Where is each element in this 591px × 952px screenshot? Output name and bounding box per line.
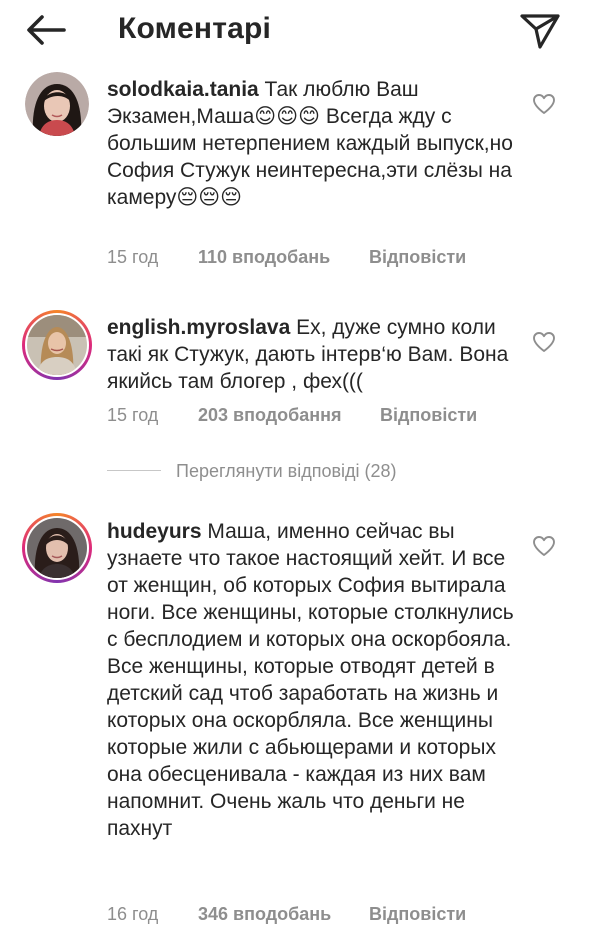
comment-body: hudeyurs Маша, именно сейчас вы узнаете … <box>107 518 517 842</box>
view-replies-label: Переглянути відповіді (28) <box>176 461 397 481</box>
arrow-left-icon <box>27 15 66 45</box>
comment-time: 16 год <box>107 904 159 924</box>
comment-username[interactable]: english.myroslava <box>107 316 290 339</box>
like-button[interactable] <box>532 93 556 115</box>
like-button[interactable] <box>532 535 556 557</box>
avatar[interactable] <box>25 72 89 136</box>
like-button[interactable] <box>532 331 556 353</box>
replies-divider <box>107 470 161 471</box>
avatar-image <box>27 518 87 578</box>
heart-icon <box>533 94 555 114</box>
back-button[interactable] <box>22 10 68 50</box>
comment-time: 15 год <box>107 247 159 267</box>
page-title: Коментарі <box>118 12 272 45</box>
reply-button[interactable]: Відповісти <box>380 403 477 427</box>
avatar-image <box>27 315 87 375</box>
paper-plane-icon <box>520 14 560 49</box>
comment-likes[interactable]: 110 вподобань <box>198 245 330 269</box>
view-replies-button[interactable]: Переглянути відповіді (28) <box>107 459 527 483</box>
reply-button[interactable]: Відповісти <box>369 245 466 269</box>
comment-likes[interactable]: 346 вподобань <box>198 902 331 926</box>
comment-username[interactable]: solodkaia.tania <box>107 78 259 101</box>
share-button[interactable] <box>518 10 562 50</box>
comment-username[interactable]: hudeyurs <box>107 520 202 543</box>
header-bar: Коментарі <box>0 0 591 58</box>
heart-icon <box>533 536 555 556</box>
reply-button[interactable]: Відповісти <box>369 902 466 926</box>
avatar[interactable] <box>22 310 92 380</box>
comment-likes[interactable]: 203 вподобання <box>198 403 342 427</box>
comment-time: 15 год <box>107 405 159 425</box>
heart-icon <box>533 332 555 352</box>
avatar[interactable] <box>22 513 92 583</box>
avatar-image <box>25 72 89 136</box>
comment-body: solodkaia.tania Так люблю Ваш Экзамен,Ма… <box>107 76 517 211</box>
comment-text: Маша, именно сейчас вы узнаете что такое… <box>107 520 514 840</box>
comment-body: english.myroslava Ех, дуже сумно коли та… <box>107 314 517 395</box>
